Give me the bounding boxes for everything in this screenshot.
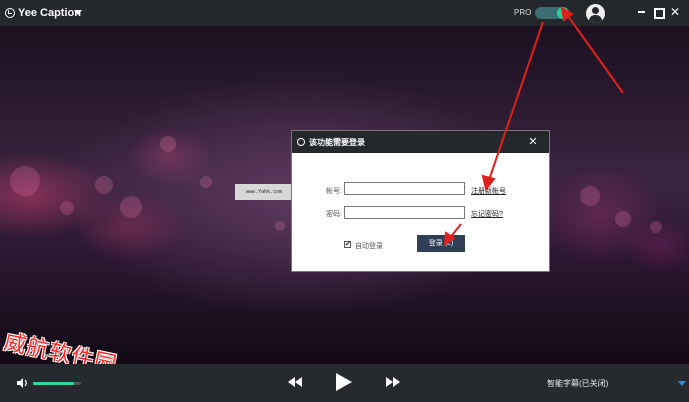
pro-toggle[interactable] [535,7,569,19]
bokeh-light [580,186,600,206]
minimize-icon[interactable] [636,6,648,18]
password-input[interactable] [344,206,465,219]
password-label: 密码: [326,211,342,218]
app-title: Yee Caption [18,7,81,19]
dialog-close-icon[interactable]: ✕ [526,135,540,149]
bokeh-light [200,176,212,188]
account-input[interactable] [344,182,465,195]
bokeh-light [650,221,662,233]
volume-slider[interactable] [33,382,81,385]
bokeh-light [160,136,176,152]
auto-login-label: 自动登录 [355,243,383,250]
register-link[interactable]: 注册新帐号 [471,186,506,196]
next-icon[interactable] [386,377,400,387]
pro-label: PRO [514,8,532,17]
play-icon[interactable] [336,373,352,391]
smart-subtitle-status[interactable]: 智能字幕(已关闭) [547,378,608,389]
login-dialog: 该功能需要登录 ✕ 帐号: 注册新帐号 密码: 忘记密码? ✔ 自动登录 登录 … [291,130,550,272]
title-bar: Yee Caption PRO ✕ [0,0,689,26]
auto-login-checkbox[interactable]: ✔ [344,241,351,248]
watermark-logo: 威航软件园 [1,329,120,364]
forgot-password-link[interactable]: 忘记密码? [471,209,503,219]
close-icon[interactable]: ✕ [669,6,681,18]
login-button[interactable]: 登录 (L) [417,235,465,252]
bokeh-light [615,211,631,227]
user-avatar-icon[interactable] [586,4,605,23]
chevron-down-icon[interactable] [678,381,686,386]
playback-control-bar: 智能字幕(已关闭) [0,364,689,402]
bokeh-light [10,166,40,196]
logo-icon [5,8,15,18]
logo-icon [297,138,305,146]
bokeh-light [275,221,285,231]
account-label: 帐号: [326,188,342,195]
bokeh-light [120,196,142,218]
dialog-header: 该功能需要登录 ✕ [292,131,549,153]
dialog-title: 该功能需要登录 [309,138,365,147]
chevron-down-icon[interactable] [74,10,82,15]
watermark-url: www.Yahk.com [235,184,293,200]
previous-icon[interactable] [288,377,302,387]
pro-toggle-knob [557,7,569,19]
volume-slider-fill [33,382,74,385]
bokeh-light [95,176,113,194]
volume-icon[interactable] [17,378,28,388]
bokeh-light [60,201,74,215]
maximize-icon[interactable] [652,6,665,19]
